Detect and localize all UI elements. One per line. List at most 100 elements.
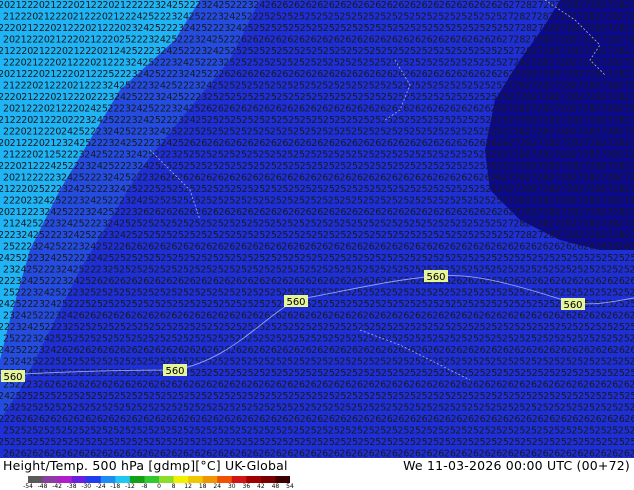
temperature-value: 25 bbox=[49, 196, 61, 207]
temperature-value: 26 bbox=[165, 380, 177, 391]
temperature-value: 22 bbox=[131, 35, 143, 46]
temperature-value: 28 bbox=[606, 58, 618, 69]
temperature-value: 25 bbox=[102, 253, 114, 264]
temperature-value: 25 bbox=[195, 184, 207, 195]
temperature-value: 25 bbox=[114, 253, 126, 264]
temperature-value: 23 bbox=[26, 288, 38, 299]
temperature-value: 25 bbox=[73, 334, 85, 345]
temperature-value: 28 bbox=[543, 92, 555, 103]
temperature-value: 26 bbox=[102, 414, 114, 425]
color-scale-tick: -8 bbox=[141, 483, 148, 490]
temperature-value: 25 bbox=[160, 230, 172, 241]
temperature-value: 25 bbox=[555, 322, 567, 333]
temperature-value: 26 bbox=[316, 449, 328, 459]
temperature-value: 23 bbox=[172, 23, 184, 34]
temperature-value: 25 bbox=[44, 368, 56, 379]
temperature-value: 25 bbox=[339, 357, 351, 368]
temperature-value: 25 bbox=[474, 437, 486, 448]
temperature-value: 25 bbox=[421, 403, 433, 414]
temperature-value: 25 bbox=[334, 46, 346, 57]
temperature-value: 20 bbox=[3, 173, 15, 184]
temperature-value: 26 bbox=[601, 414, 613, 425]
temperature-value: 26 bbox=[142, 380, 154, 391]
temperature-value: 25 bbox=[381, 368, 393, 379]
temperature-value: 24 bbox=[131, 12, 143, 23]
temperature-value: 28 bbox=[583, 219, 595, 230]
temperature-value: 25 bbox=[462, 368, 474, 379]
temperature-value: 25 bbox=[513, 265, 525, 276]
temperature-value: 25 bbox=[334, 23, 346, 34]
temperature-value: 25 bbox=[334, 115, 346, 126]
temperature-value: 25 bbox=[474, 322, 486, 333]
temperature-value: 25 bbox=[223, 150, 235, 161]
temperature-value: 25 bbox=[126, 299, 138, 310]
temperature-value: 26 bbox=[56, 414, 68, 425]
temperature-value: 26 bbox=[242, 207, 254, 218]
temperature-value: 20 bbox=[73, 104, 85, 115]
temperature-value: 25 bbox=[613, 322, 625, 333]
temperature-value: 26 bbox=[595, 380, 607, 391]
color-scale-swatch bbox=[57, 476, 73, 483]
temperature-value: 25 bbox=[397, 12, 409, 23]
temperature-value: 26 bbox=[555, 345, 567, 356]
contour-label: 560 bbox=[286, 297, 305, 308]
temperature-value: 25 bbox=[374, 288, 386, 299]
temperature-value: 25 bbox=[548, 357, 560, 368]
temperature-value: 28 bbox=[543, 23, 555, 34]
temperature-value: 26 bbox=[235, 311, 247, 322]
temperature-value: 24 bbox=[131, 196, 143, 207]
temperature-value: 25 bbox=[195, 230, 207, 241]
temperature-value: 28 bbox=[590, 46, 602, 57]
temperature-value: 25 bbox=[537, 357, 549, 368]
temperature-value: 28 bbox=[590, 184, 602, 195]
temperature-value: 25 bbox=[258, 81, 270, 92]
temperature-value: 25 bbox=[253, 23, 265, 34]
weather-map: 20 21 22 20 21 22 20 21 22 20 21 22 22 23 24 25 22 23 24 25… bbox=[0, 0, 634, 458]
temperature-value: 26 bbox=[288, 276, 300, 287]
temperature-value: 25 bbox=[270, 81, 282, 92]
temperature-value: 26 bbox=[381, 207, 393, 218]
temperature-value: 20 bbox=[0, 0, 10, 11]
temperature-value: 25 bbox=[300, 322, 312, 333]
temperature-value: 25 bbox=[223, 58, 235, 69]
temperature-value: 25 bbox=[131, 334, 143, 345]
temperature-field: 20 21 22 20 21 22 20 21 22 20 21 22 22 23 24 25 22 23 24 25… bbox=[0, 0, 634, 458]
temperature-value: 25 bbox=[247, 288, 259, 299]
temperature-value: 22 bbox=[21, 0, 33, 11]
temperature-value: 26 bbox=[409, 173, 421, 184]
temperature-value: 27 bbox=[555, 23, 567, 34]
temperature-value: 26 bbox=[288, 414, 300, 425]
temperature-value: 26 bbox=[276, 414, 288, 425]
temperature-value: 25 bbox=[200, 127, 212, 138]
temperature-value: 26 bbox=[38, 380, 50, 391]
temperature-value: 26 bbox=[119, 449, 131, 459]
temperature-value: 28 bbox=[613, 69, 625, 80]
temperature-value: 26 bbox=[258, 35, 270, 46]
temperature-value: 22 bbox=[61, 288, 73, 299]
temperature-value: 25 bbox=[177, 334, 189, 345]
temperature-value: 25 bbox=[189, 288, 201, 299]
temperature-value: 25 bbox=[571, 357, 583, 368]
temperature-value: 25 bbox=[467, 12, 479, 23]
temperature-value: 21 bbox=[79, 69, 91, 80]
temperature-value: 23 bbox=[126, 115, 138, 126]
temperature-value: 25 bbox=[328, 219, 340, 230]
temperature-value: 25 bbox=[432, 219, 444, 230]
temperature-value: 25 bbox=[235, 288, 247, 299]
temperature-value: 26 bbox=[432, 311, 444, 322]
color-scale-swatch bbox=[260, 476, 276, 483]
temperature-value: 25 bbox=[253, 161, 265, 172]
color-scale-tick: -54 bbox=[23, 483, 33, 490]
temperature-value: 25 bbox=[485, 184, 497, 195]
temperature-value: 28 bbox=[583, 104, 595, 115]
temperature-value: 26 bbox=[149, 276, 161, 287]
temperature-value: 25 bbox=[485, 368, 497, 379]
temperature-value: 25 bbox=[3, 288, 15, 299]
temperature-value: 27 bbox=[548, 104, 560, 115]
temperature-value: 25 bbox=[490, 357, 502, 368]
temperature-value: 25 bbox=[502, 265, 514, 276]
temperature-value: 25 bbox=[427, 161, 439, 172]
temperature-value: 26 bbox=[346, 207, 358, 218]
temperature-value: 25 bbox=[165, 35, 177, 46]
temperature-value: 25 bbox=[462, 46, 474, 57]
